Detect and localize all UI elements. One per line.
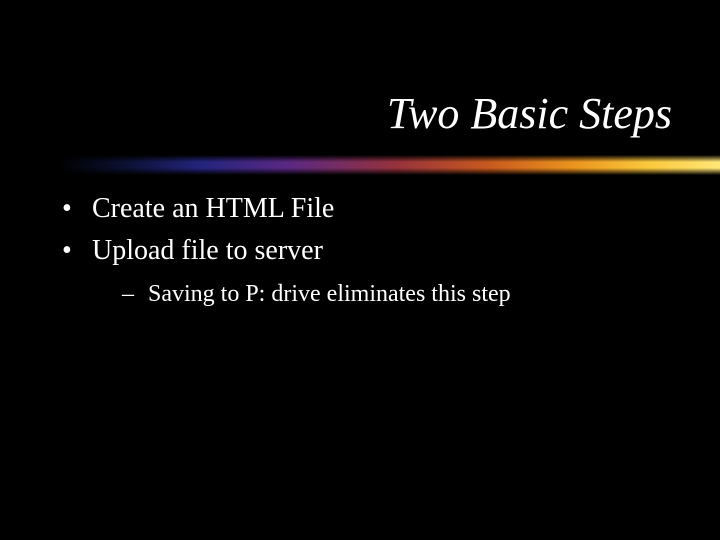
slide-title: Two Basic Steps [387, 88, 672, 139]
bullet-icon: • [62, 232, 92, 270]
list-item-label: Upload file to server [92, 232, 323, 270]
dash-icon: – [122, 278, 148, 310]
slide-body: • Create an HTML File • Upload file to s… [62, 190, 680, 310]
sub-list-item: – Saving to P: drive eliminates this ste… [122, 278, 680, 310]
slide: Two Basic Steps • Create an HTML File • … [0, 0, 720, 540]
accent-divider [0, 155, 720, 175]
list-item: • Upload file to server [62, 232, 680, 270]
list-item: • Create an HTML File [62, 190, 680, 228]
bullet-icon: • [62, 190, 92, 228]
sub-list-item-label: Saving to P: drive eliminates this step [148, 278, 511, 310]
list-item-label: Create an HTML File [92, 190, 334, 228]
